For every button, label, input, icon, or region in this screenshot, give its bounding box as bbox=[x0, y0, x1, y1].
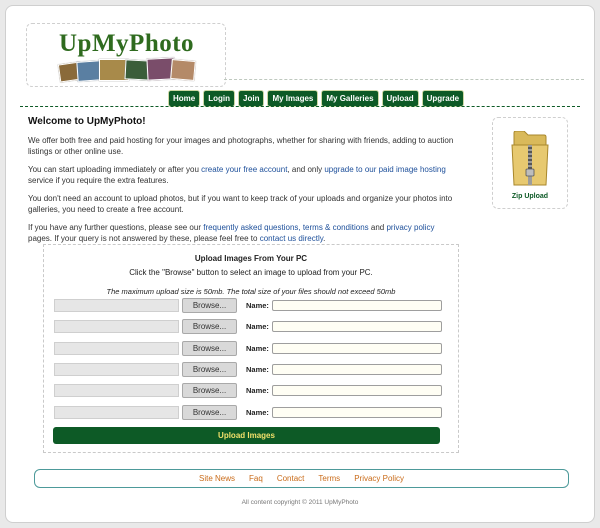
questions-paragraph: If you have any further questions, pleas… bbox=[28, 223, 435, 243]
page-title: Welcome to UpMyPhoto! bbox=[28, 116, 146, 127]
upgrade-link[interactable]: upgrade to our paid image hosting bbox=[324, 165, 445, 174]
name-label: Name: bbox=[246, 386, 269, 395]
name-label: Name: bbox=[246, 301, 269, 310]
zip-folder-icon bbox=[511, 131, 549, 186]
upload-row: Browse... Name: bbox=[54, 341, 442, 356]
nav-divider bbox=[20, 106, 580, 107]
name-label: Name: bbox=[246, 408, 269, 417]
logo[interactable]: UpMyPhoto bbox=[26, 23, 226, 87]
nav-join[interactable]: Join bbox=[238, 90, 265, 107]
file-path-field[interactable] bbox=[54, 342, 179, 355]
footer-site-news-link[interactable]: Site News bbox=[199, 474, 235, 483]
footer-privacy-link[interactable]: Privacy Policy bbox=[354, 474, 404, 483]
file-path-field[interactable] bbox=[54, 384, 179, 397]
page-container: UpMyPhoto Home Login Join My Images My G… bbox=[5, 5, 595, 523]
upload-size-note: The maximum upload size is 50mb. The tot… bbox=[106, 287, 396, 296]
upload-row: Browse... Name: bbox=[54, 319, 442, 334]
browse-button[interactable]: Browse... bbox=[182, 298, 237, 313]
upload-title: Upload Images From Your PC bbox=[194, 254, 308, 263]
nav-upgrade[interactable]: Upgrade bbox=[421, 90, 465, 107]
name-input[interactable] bbox=[272, 407, 442, 418]
nav-login[interactable]: Login bbox=[203, 90, 236, 107]
intro-paragraph: We offer both free and paid hosting for … bbox=[28, 136, 454, 156]
upload-row: Browse... Name: bbox=[54, 298, 442, 313]
footer-terms-link[interactable]: Terms bbox=[318, 474, 340, 483]
browse-button[interactable]: Browse... bbox=[182, 362, 237, 377]
main-nav: Home Login Join My Images My Galleries U… bbox=[168, 90, 465, 107]
copyright-text: All content copyright © 2011 UpMyPhoto bbox=[241, 499, 359, 506]
name-input[interactable] bbox=[272, 343, 442, 354]
name-input[interactable] bbox=[272, 385, 442, 396]
nav-home[interactable]: Home bbox=[168, 90, 201, 107]
create-account-link[interactable]: create your free account bbox=[201, 165, 287, 174]
name-input[interactable] bbox=[272, 364, 442, 375]
name-input[interactable] bbox=[272, 321, 442, 332]
footer-contact-link[interactable]: Contact bbox=[277, 474, 305, 483]
nav-my-images[interactable]: My Images bbox=[267, 90, 319, 107]
footer-faq-link[interactable]: Faq bbox=[249, 474, 263, 483]
welcome-section: Welcome to UpMyPhoto! We offer both free… bbox=[28, 116, 458, 251]
upload-images-button[interactable]: Upload Images bbox=[53, 427, 440, 444]
file-path-field[interactable] bbox=[54, 320, 179, 333]
galleries-paragraph: You don't need an account to upload phot… bbox=[28, 194, 453, 214]
logo-text: UpMyPhoto bbox=[59, 30, 195, 57]
privacy-link[interactable]: privacy policy bbox=[386, 223, 434, 232]
upload-row: Browse... Name: bbox=[54, 405, 442, 420]
faq-terms-link[interactable]: frequently asked questions, terms & cond… bbox=[203, 223, 368, 232]
browse-button[interactable]: Browse... bbox=[182, 341, 237, 356]
upload-instructions: Click the "Browse" button to select an i… bbox=[129, 268, 373, 277]
file-path-field[interactable] bbox=[54, 363, 179, 376]
nav-my-galleries[interactable]: My Galleries bbox=[321, 90, 379, 107]
upload-row: Browse... Name: bbox=[54, 383, 442, 398]
browse-button[interactable]: Browse... bbox=[182, 319, 237, 334]
file-path-field[interactable] bbox=[54, 406, 179, 419]
zip-upload-button[interactable]: Zip Upload bbox=[492, 117, 568, 209]
footer-nav: Site News Faq Contact Terms Privacy Poli… bbox=[34, 469, 569, 488]
browse-button[interactable]: Browse... bbox=[182, 405, 237, 420]
nav-upload[interactable]: Upload bbox=[381, 90, 419, 107]
upload-form: Upload Images From Your PC Click the "Br… bbox=[43, 244, 459, 453]
contact-link[interactable]: contact us directly bbox=[260, 234, 323, 243]
file-path-field[interactable] bbox=[54, 299, 179, 312]
account-paragraph: You can start uploading immediately or a… bbox=[28, 165, 446, 185]
upload-row: Browse... Name: bbox=[54, 362, 442, 377]
name-label: Name: bbox=[246, 322, 269, 331]
zip-upload-label: Zip Upload bbox=[511, 193, 549, 200]
name-label: Name: bbox=[246, 344, 269, 353]
header-divider bbox=[224, 79, 584, 80]
browse-button[interactable]: Browse... bbox=[182, 383, 237, 398]
logo-photo-strip bbox=[57, 57, 209, 83]
name-input[interactable] bbox=[272, 300, 442, 311]
name-label: Name: bbox=[246, 365, 269, 374]
